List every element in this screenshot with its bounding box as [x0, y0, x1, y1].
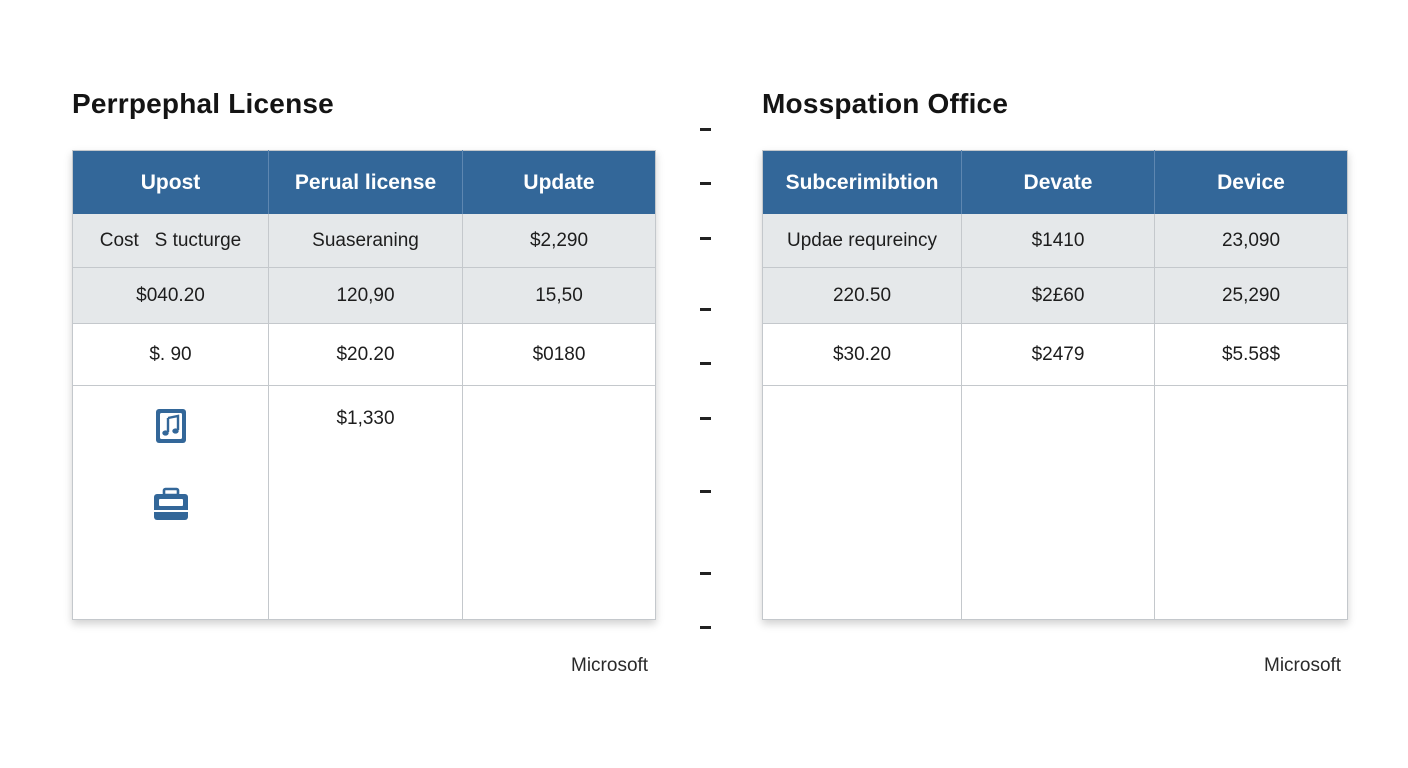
table-cell	[462, 385, 656, 620]
divider-dash	[700, 490, 711, 493]
table-cell: $0180	[462, 323, 656, 386]
divider-dash	[700, 362, 711, 365]
divider-dash	[700, 182, 711, 185]
divider-dash	[700, 626, 711, 629]
table-cell: Cost S tucturge	[72, 214, 269, 268]
column-header: Perual license	[268, 150, 463, 214]
table-cell: 220.50	[762, 267, 962, 324]
divider-dash	[700, 237, 711, 240]
left-comparison-table: Upost Perual license Update Cost S tuctu…	[72, 150, 656, 620]
table-row: $. 90 $20.20 $0180	[72, 323, 656, 386]
table-cell: $20.20	[268, 323, 463, 386]
music-file-icon	[155, 409, 186, 443]
table-header-row: Subcerimibtion Devate Device	[762, 150, 1348, 214]
table-cell: $30.20	[762, 323, 962, 386]
table-row: 220.50 $2£60 25,290	[762, 267, 1348, 324]
table-cell: 15,50	[462, 267, 656, 324]
table-cell: $040.20	[72, 267, 269, 324]
table-row: Updae requreincy $1410 23,090	[762, 214, 1348, 268]
table-cell: $. 90	[72, 323, 269, 386]
column-header: Devate	[961, 150, 1155, 214]
table-cell: $5.58$	[1154, 323, 1348, 386]
table-cell	[1154, 385, 1348, 620]
table-cell: $2,290	[462, 214, 656, 268]
divider-dash	[700, 572, 711, 575]
divider-dash	[700, 308, 711, 311]
briefcase-icon	[153, 487, 188, 520]
right-footer-brand: Microsoft	[1264, 655, 1342, 676]
table-cell	[762, 385, 962, 620]
cell-value: $1,330	[336, 408, 395, 429]
table-cell: 25,290	[1154, 267, 1348, 324]
table-cell: $1410	[961, 214, 1155, 268]
left-panel-title: Perrpephal License	[72, 88, 334, 119]
table-cell: 120,90	[268, 267, 463, 324]
table-header-row: Upost Perual license Update	[72, 150, 656, 214]
table-cell: $1,330	[268, 385, 463, 620]
table-cell	[961, 385, 1155, 620]
table-cell: Suaseraning	[268, 214, 463, 268]
column-header: Device	[1154, 150, 1348, 214]
left-footer-brand: Microsoft	[571, 655, 649, 676]
right-comparison-table: Subcerimibtion Devate Device Updae requr…	[762, 150, 1348, 620]
table-row: $30.20 $2479 $5.58$	[762, 323, 1348, 386]
column-header: Update	[462, 150, 656, 214]
divider-dash	[700, 417, 711, 420]
table-row: $040.20 120,90 15,50	[72, 267, 656, 324]
table-row	[762, 385, 1348, 620]
column-header: Subcerimibtion	[762, 150, 962, 214]
icon-cell	[72, 385, 269, 620]
table-cell: Updae requreincy	[762, 214, 962, 268]
divider-dash	[700, 128, 711, 131]
table-cell: $2479	[961, 323, 1155, 386]
column-header: Upost	[72, 150, 269, 214]
table-cell: $2£60	[961, 267, 1155, 324]
table-row: Cost S tucturge Suaseraning $2,290	[72, 214, 656, 268]
table-row: $1,330	[72, 385, 656, 620]
right-panel-title: Mosspation Office	[762, 88, 1009, 119]
table-cell: 23,090	[1154, 214, 1348, 268]
